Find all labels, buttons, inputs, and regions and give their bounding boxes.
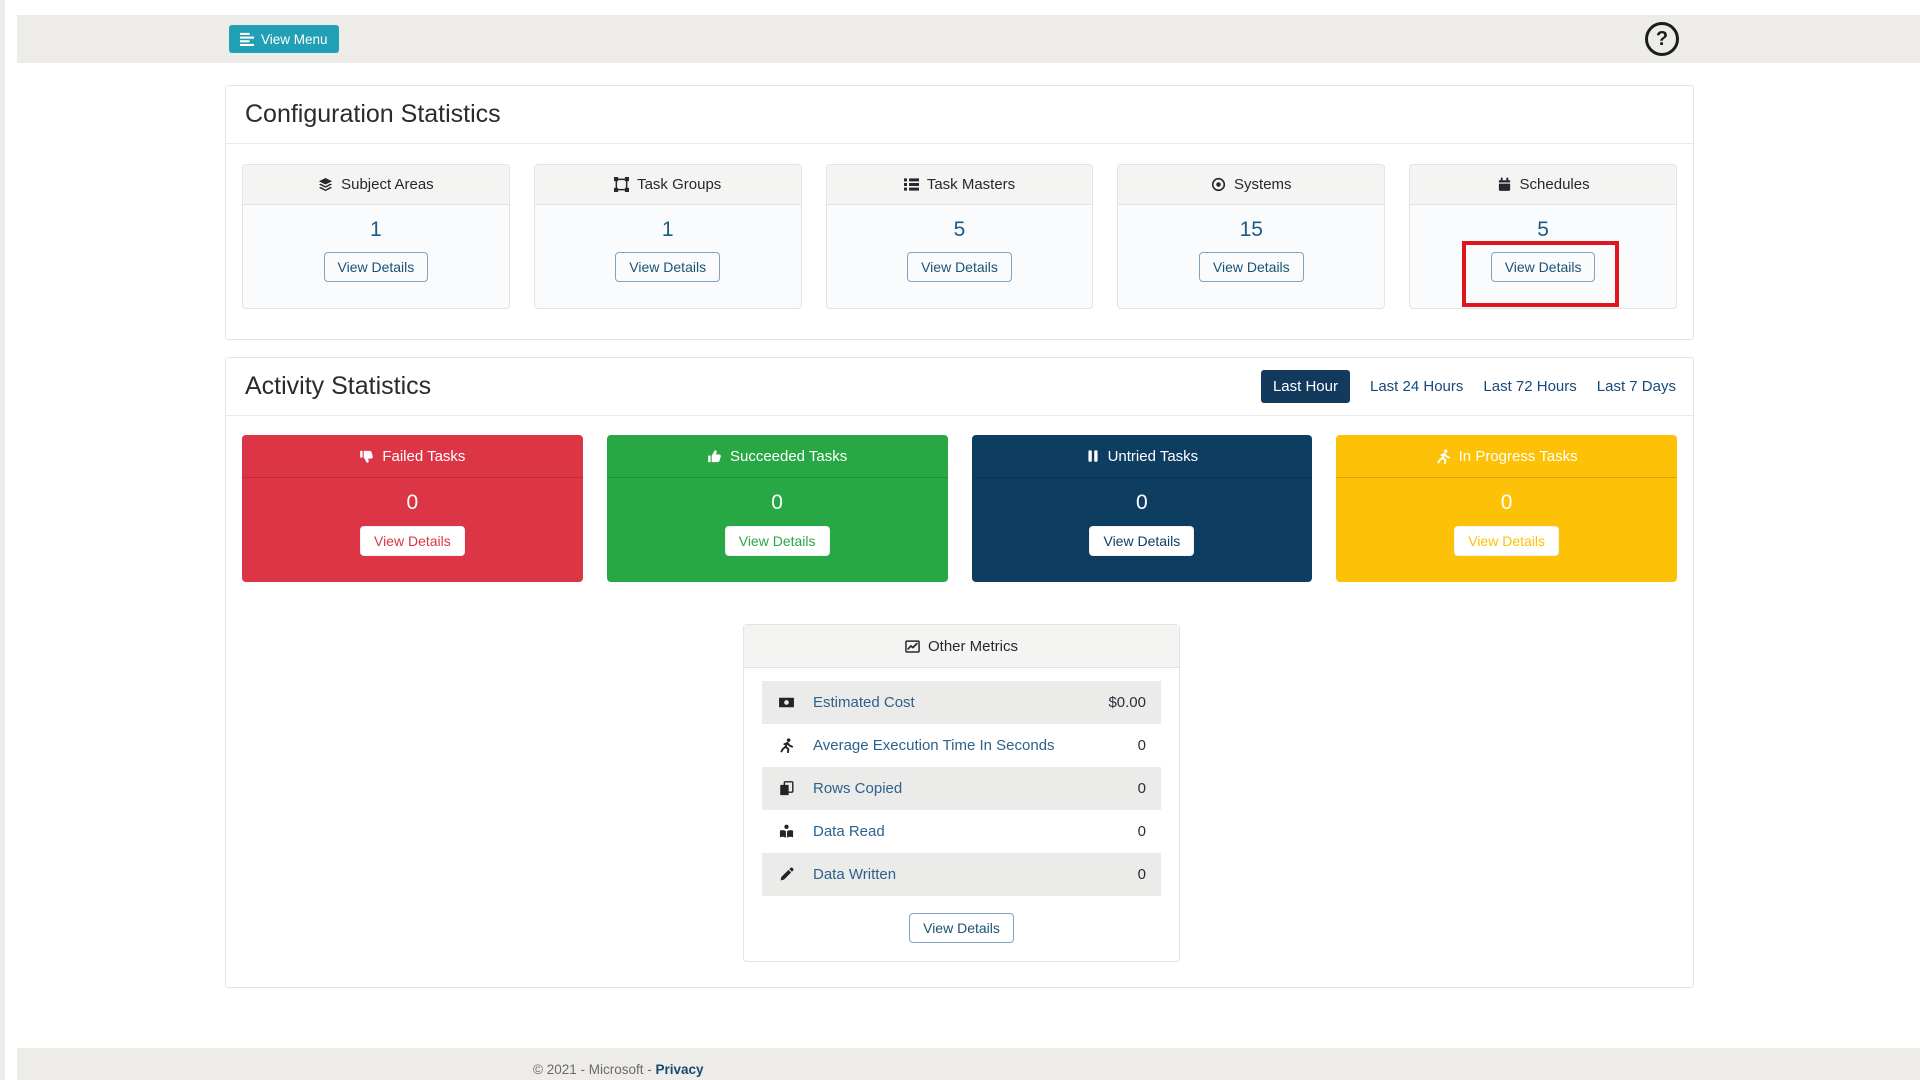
filter-last-72-hours[interactable]: Last 72 Hours xyxy=(1483,378,1576,395)
card-value: 15 xyxy=(1118,218,1384,242)
card-value: 5 xyxy=(1410,218,1676,242)
pencil-icon xyxy=(777,867,796,882)
card-value: 0 xyxy=(242,491,583,515)
filter-last-7-days[interactable]: Last 7 Days xyxy=(1597,378,1676,395)
card-label: Task Groups xyxy=(637,176,721,193)
card-label: Systems xyxy=(1234,176,1292,193)
card-label: Schedules xyxy=(1520,176,1590,193)
metric-value: 0 xyxy=(1138,823,1146,840)
card-label: In Progress Tasks xyxy=(1459,448,1578,465)
footer: © 2021 - Microsoft - Privacy xyxy=(17,1048,1920,1080)
book-reader-icon xyxy=(777,824,796,839)
thumbs-down-icon xyxy=(359,449,374,464)
other-metrics-panel: Other Metrics Estimated Cost $0.00 Avera… xyxy=(743,624,1180,962)
metric-label[interactable]: Data Written xyxy=(813,866,896,883)
in-progress-tasks-card: In Progress Tasks 0 View Details xyxy=(1336,435,1677,582)
view-details-button[interactable]: View Details xyxy=(1454,526,1559,556)
card-value: 1 xyxy=(535,218,801,242)
task-masters-card: Task Masters 5 View Details xyxy=(826,164,1094,309)
pause-icon xyxy=(1086,449,1100,463)
bullseye-icon xyxy=(1211,177,1226,192)
view-details-button[interactable]: View Details xyxy=(324,252,429,282)
metric-row: Rows Copied 0 xyxy=(762,767,1161,810)
metric-value: 0 xyxy=(1138,866,1146,883)
card-label: Untried Tasks xyxy=(1108,448,1199,465)
view-details-button[interactable]: View Details xyxy=(1089,526,1194,556)
align-left-icon xyxy=(240,32,254,46)
card-value: 0 xyxy=(972,491,1313,515)
view-menu-button[interactable]: View Menu xyxy=(229,25,339,53)
footer-text: © 2021 - Microsoft - Privacy xyxy=(533,1062,704,1077)
card-value: 5 xyxy=(827,218,1093,242)
view-details-button[interactable]: View Details xyxy=(907,252,1012,282)
view-details-button[interactable]: View Details xyxy=(1491,252,1596,282)
card-value: 0 xyxy=(607,491,948,515)
help-glyph: ? xyxy=(1656,28,1668,51)
metric-row: Data Written 0 xyxy=(762,853,1161,896)
task-groups-card: Task Groups 1 View Details xyxy=(534,164,802,309)
metrics-title: Other Metrics xyxy=(928,638,1018,655)
metric-value: $0.00 xyxy=(1108,694,1146,711)
metric-value: 0 xyxy=(1138,780,1146,797)
privacy-link[interactable]: Privacy xyxy=(656,1062,704,1077)
metric-label[interactable]: Data Read xyxy=(813,823,885,840)
running-icon xyxy=(777,738,796,753)
list-icon xyxy=(904,177,919,192)
view-details-button[interactable]: View Details xyxy=(909,913,1014,943)
succeeded-tasks-card: Succeeded Tasks 0 View Details xyxy=(607,435,948,582)
metric-label[interactable]: Estimated Cost xyxy=(813,694,915,711)
time-filter-group: Last Hour Last 24 Hours Last 72 Hours La… xyxy=(1261,370,1676,403)
metric-label[interactable]: Average Execution Time In Seconds xyxy=(813,737,1055,754)
money-bill-icon xyxy=(777,694,796,711)
dashboard-page: View Menu ? Configuration Statistics Sub… xyxy=(0,0,1920,1080)
metric-row: Data Read 0 xyxy=(762,810,1161,853)
view-menu-label: View Menu xyxy=(261,32,328,47)
copy-icon xyxy=(777,781,796,796)
failed-tasks-card: Failed Tasks 0 View Details xyxy=(242,435,583,582)
untried-tasks-card: Untried Tasks 0 View Details xyxy=(972,435,1313,582)
help-icon[interactable]: ? xyxy=(1645,22,1679,56)
card-value: 1 xyxy=(243,218,509,242)
view-details-button[interactable]: View Details xyxy=(725,526,830,556)
metric-row: Estimated Cost $0.00 xyxy=(762,681,1161,724)
card-label: Failed Tasks xyxy=(382,448,465,465)
layers-icon xyxy=(318,177,333,192)
calendar-icon xyxy=(1497,177,1512,192)
copyright-text: © 2021 - Microsoft - xyxy=(533,1062,652,1077)
card-label: Task Masters xyxy=(927,176,1015,193)
activity-cards-row: Failed Tasks 0 View Details Succeeded Ta… xyxy=(226,416,1693,601)
window-edge xyxy=(0,0,5,1080)
thumbs-up-icon xyxy=(707,449,722,464)
running-icon xyxy=(1436,449,1451,464)
view-details-button[interactable]: View Details xyxy=(360,526,465,556)
configuration-statistics-panel: Configuration Statistics Subject Areas 1… xyxy=(225,85,1694,340)
view-details-button[interactable]: View Details xyxy=(1199,252,1304,282)
filter-last-24-hours[interactable]: Last 24 Hours xyxy=(1370,378,1463,395)
configuration-cards-row: Subject Areas 1 View Details Task Groups… xyxy=(226,144,1693,329)
page-title: Configuration Statistics xyxy=(245,100,501,129)
systems-card: Systems 15 View Details xyxy=(1117,164,1385,309)
card-label: Succeeded Tasks xyxy=(730,448,847,465)
metrics-list: Estimated Cost $0.00 Average Execution T… xyxy=(744,668,1179,896)
subject-areas-card: Subject Areas 1 View Details xyxy=(242,164,510,309)
configuration-statistics-header: Configuration Statistics xyxy=(226,86,1693,144)
metric-value: 0 xyxy=(1138,737,1146,754)
filter-last-hour[interactable]: Last Hour xyxy=(1261,370,1350,403)
view-details-button[interactable]: View Details xyxy=(615,252,720,282)
section-title: Activity Statistics xyxy=(245,372,431,401)
activity-statistics-header: Activity Statistics Last Hour Last 24 Ho… xyxy=(226,358,1693,416)
top-bar: View Menu ? xyxy=(17,15,1920,63)
metric-label[interactable]: Rows Copied xyxy=(813,780,902,797)
object-group-icon xyxy=(614,177,629,192)
card-value: 0 xyxy=(1336,491,1677,515)
metric-row: Average Execution Time In Seconds 0 xyxy=(762,724,1161,767)
card-label: Subject Areas xyxy=(341,176,434,193)
schedules-card: Schedules 5 View Details xyxy=(1409,164,1677,309)
chart-line-icon xyxy=(905,639,920,654)
